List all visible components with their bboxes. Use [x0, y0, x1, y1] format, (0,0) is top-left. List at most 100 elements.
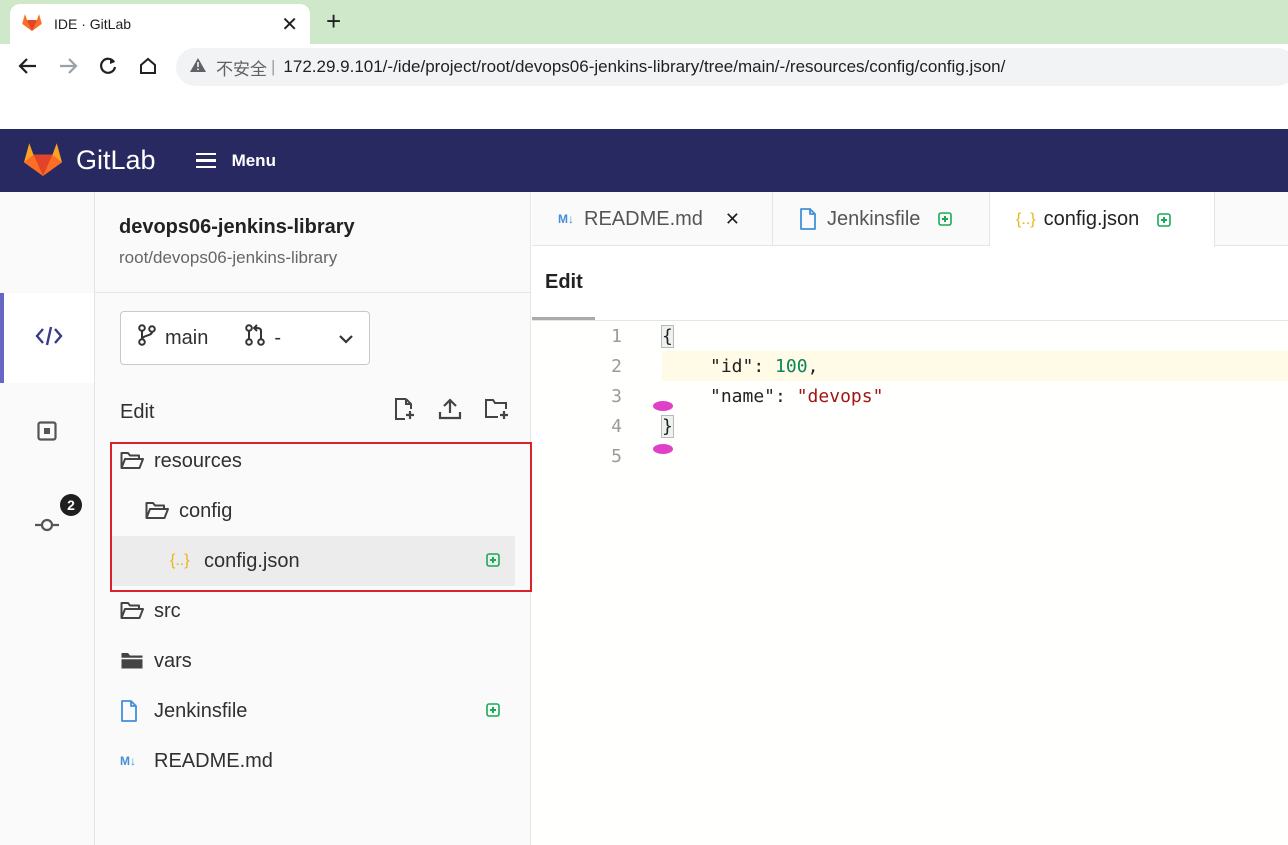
json-colon: :	[753, 355, 776, 377]
file-tree-panel: main - Edit resources config {..} config…	[95, 293, 531, 845]
new-file-icon[interactable]	[392, 397, 416, 427]
line-number: 4	[611, 415, 622, 437]
file-added-icon	[486, 550, 500, 573]
active-tab-indicator	[532, 317, 595, 320]
code-brace: }	[661, 414, 674, 438]
gitlab-logo-icon[interactable]	[24, 141, 62, 181]
new-directory-icon[interactable]	[484, 397, 510, 427]
code-editor[interactable]: 1 { 2 "id": 100, 3 "name": "devops" 4 } …	[532, 321, 1288, 845]
new-tab-icon[interactable]: +	[326, 6, 341, 37]
line-number: 1	[611, 325, 622, 347]
review-mode-button[interactable]	[0, 388, 94, 478]
file-icon	[120, 700, 146, 722]
branch-name: main	[165, 326, 209, 349]
menu-button[interactable]: Menu	[195, 149, 276, 173]
warning-icon	[190, 57, 206, 77]
browser-tab[interactable]: IDE · GitLab ✕	[10, 4, 310, 44]
browser-tab-title: IDE · GitLab	[54, 16, 132, 32]
browser-toolbar: 不安全 | 172.29.9.101/-/ide/project/root/de…	[0, 44, 1288, 90]
code-brace: {	[661, 324, 674, 348]
merge-request-value: -	[274, 326, 282, 349]
line-number: 5	[611, 445, 622, 467]
ide-activity-bar: 2	[0, 192, 95, 845]
browser-tabstrip: IDE · GitLab ✕ +	[0, 0, 1288, 44]
upload-icon[interactable]	[438, 397, 462, 427]
folder-icon	[120, 651, 146, 671]
tree-item-readme[interactable]: M↓ README.md	[110, 736, 515, 786]
tree-item-label: resources	[154, 449, 242, 472]
tree-item-jenkinsfile[interactable]: Jenkinsfile	[110, 686, 515, 736]
tab-config-json[interactable]: {..} config.json	[990, 192, 1215, 247]
tree-item-label: README.md	[154, 749, 273, 772]
close-icon[interactable]: ✕	[725, 209, 740, 230]
line-number: 3	[611, 385, 622, 407]
gitlab-header: GitLab Menu	[0, 129, 1288, 192]
code-line: 1 {	[532, 321, 1288, 351]
code-line: 5	[532, 441, 1288, 471]
merge-request-selector: -	[244, 324, 281, 352]
forward-icon[interactable]	[56, 54, 80, 78]
json-icon: {..}	[1016, 210, 1036, 228]
branch-dropdown[interactable]: main -	[120, 311, 370, 365]
markdown-icon: M↓	[120, 754, 136, 768]
file-tree-heading: Edit	[120, 400, 155, 423]
menu-label: Menu	[231, 150, 276, 170]
tree-item-config-json[interactable]: {..} config.json	[110, 536, 515, 586]
markdown-icon: M↓	[558, 212, 574, 226]
json-number: 100	[775, 355, 808, 377]
branch-icon	[137, 324, 157, 352]
tab-readme[interactable]: M↓ README.md ✕	[532, 192, 773, 246]
tab-edit[interactable]: Edit	[545, 271, 583, 294]
project-name[interactable]: devops06-jenkins-library	[119, 216, 355, 239]
json-colon: :	[775, 385, 797, 407]
address-bar[interactable]: 不安全 | 172.29.9.101/-/ide/project/root/de…	[176, 48, 1288, 86]
code-icon	[35, 325, 63, 352]
json-icon: {..}	[170, 552, 190, 569]
tab-label: README.md	[584, 207, 703, 230]
tree-item-label: config.json	[204, 549, 300, 572]
tree-item-vars[interactable]: vars	[110, 636, 515, 686]
folder-open-icon	[120, 601, 146, 621]
url-text: 172.29.9.101/-/ide/project/root/devops06…	[283, 57, 1006, 76]
tree-item-label: config	[179, 499, 233, 522]
editor-tabs: M↓ README.md ✕ Jenkinsfile {..} config.j…	[532, 192, 1288, 247]
gitlab-favicon-icon	[22, 13, 42, 36]
merge-request-icon	[244, 324, 266, 352]
code-line: 2 "id": 100,	[532, 351, 1288, 381]
edit-mode-button[interactable]	[0, 293, 94, 383]
divider: |	[271, 57, 276, 76]
file-tree: resources config {..} config.json src va…	[110, 436, 515, 786]
fold-marker	[653, 401, 673, 411]
tree-item-resources[interactable]: resources	[110, 436, 515, 486]
json-key: "name"	[710, 385, 776, 407]
file-icon	[799, 208, 817, 230]
file-added-icon	[938, 212, 953, 226]
hamburger-icon	[195, 149, 216, 173]
project-path: root/devops06-jenkins-library	[119, 248, 338, 267]
tree-item-src[interactable]: src	[110, 586, 515, 636]
back-icon[interactable]	[16, 54, 40, 78]
tree-item-label: vars	[154, 649, 192, 672]
json-comma: ,	[807, 355, 819, 377]
tab-label: Jenkinsfile	[827, 207, 921, 230]
tree-item-label: Jenkinsfile	[154, 699, 248, 722]
code-line: 3 "name": "devops"	[532, 381, 1288, 411]
close-tab-icon[interactable]: ✕	[281, 12, 298, 37]
line-number: 2	[611, 355, 622, 377]
review-icon	[37, 420, 57, 446]
file-added-icon	[1157, 212, 1172, 227]
home-icon[interactable]	[136, 54, 160, 78]
reload-icon[interactable]	[96, 54, 120, 78]
folder-open-icon	[145, 501, 171, 521]
tab-label: config.json	[1043, 208, 1140, 230]
folder-open-icon	[120, 451, 146, 471]
brand-name[interactable]: GitLab	[76, 145, 156, 176]
commit-mode-button[interactable]: 2	[0, 482, 94, 572]
fold-marker	[653, 444, 673, 454]
tree-item-config[interactable]: config	[110, 486, 515, 536]
tree-item-label: src	[154, 599, 181, 622]
json-key: "id"	[710, 355, 754, 377]
tab-jenkinsfile[interactable]: Jenkinsfile	[773, 192, 990, 246]
json-string: "devops"	[796, 385, 884, 407]
commit-count-badge: 2	[60, 494, 82, 516]
